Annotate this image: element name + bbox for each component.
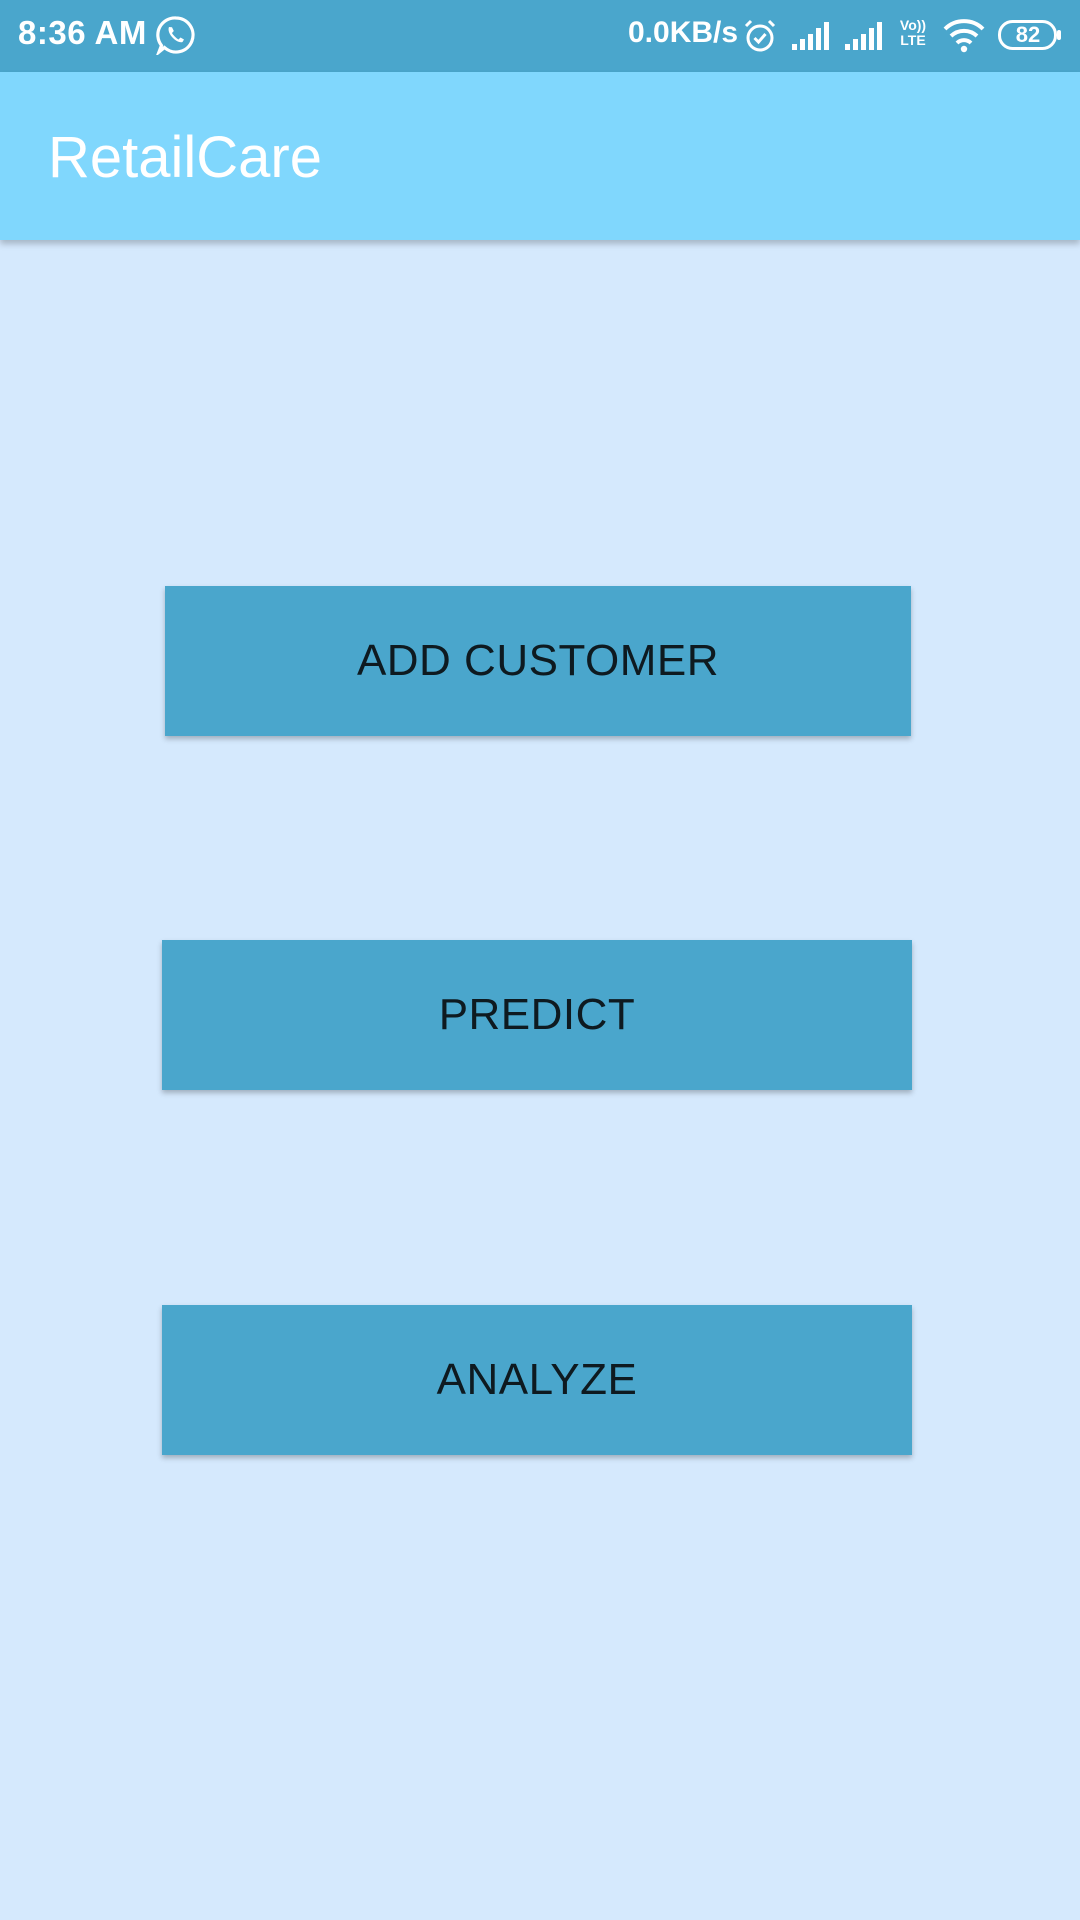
app-title: RetailCare xyxy=(48,125,322,190)
wifi-icon xyxy=(943,19,985,53)
battery-level: 82 xyxy=(1015,22,1041,47)
signal-icon xyxy=(845,22,882,50)
whatsapp-icon xyxy=(156,16,195,55)
alarm-icon xyxy=(744,19,776,52)
status-bar: 8:36 AM 0.0KB/s Vo)) LTE 82 xyxy=(0,0,1080,72)
volte-label-top: Vo)) xyxy=(899,17,927,33)
signal-icon xyxy=(792,22,829,50)
volte-icon: Vo)) LTE xyxy=(896,18,930,54)
predict-button[interactable]: PREDICT xyxy=(162,940,912,1090)
add-customer-button[interactable]: ADD CUSTOMER xyxy=(165,586,911,736)
app-bar: RetailCare xyxy=(0,72,1080,240)
volte-label-bottom: LTE xyxy=(900,32,926,48)
analyze-button[interactable]: ANALYZE xyxy=(162,1305,912,1455)
network-speed: 0.0KB/s xyxy=(628,16,739,49)
status-time: 8:36 AM xyxy=(18,14,147,51)
